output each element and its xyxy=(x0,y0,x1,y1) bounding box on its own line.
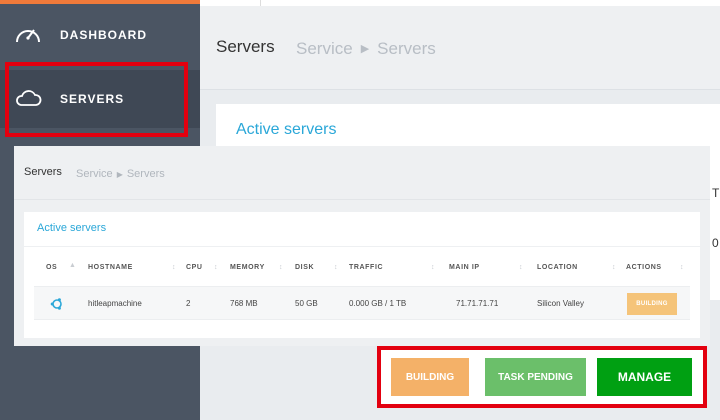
cpu-cell: 2 xyxy=(186,299,191,308)
disk-cell: 50 GB xyxy=(295,299,318,308)
column-header-memory[interactable]: MEMORY xyxy=(230,264,265,271)
table-header-cell: T xyxy=(712,186,720,200)
column-header-traffic[interactable]: TRAFFIC xyxy=(349,264,383,271)
column-header-hostname[interactable]: HOSTNAME xyxy=(88,264,133,271)
sort-icon[interactable]: ↕ xyxy=(519,264,523,271)
ubuntu-icon xyxy=(50,297,64,316)
sort-icon[interactable]: ↕ xyxy=(172,264,176,271)
inset-page-title: Servers xyxy=(24,166,62,178)
sort-icon[interactable]: ↕ xyxy=(612,264,616,271)
building-button[interactable]: BUILDING xyxy=(391,358,469,396)
cloud-icon xyxy=(14,88,60,111)
hostname-cell[interactable]: hitleapmachine xyxy=(88,299,142,308)
page-title: Servers xyxy=(216,37,275,56)
inset-screenshot: Servers Service ▶ Servers Active servers O… xyxy=(14,146,710,346)
page-header xyxy=(200,6,720,90)
inset-card-title: Active servers xyxy=(37,222,107,234)
manage-button[interactable]: MANAGE xyxy=(597,358,692,396)
building-status-button[interactable]: BUILDING xyxy=(627,293,677,315)
table-cell: 0 xyxy=(712,236,719,250)
sort-icon[interactable]: ↕ xyxy=(680,264,684,271)
breadcrumb-item-servers[interactable]: Servers xyxy=(127,168,165,180)
sidebar-item-servers[interactable]: SERVERS xyxy=(0,70,200,128)
chevron-right-icon: ▶ xyxy=(360,43,370,55)
location-cell: Silicon Valley xyxy=(537,299,584,308)
sort-icon[interactable]: ▲ xyxy=(69,262,76,269)
divider xyxy=(24,246,700,247)
column-header-os[interactable]: OS xyxy=(46,264,57,271)
table-row[interactable]: hitleapmachine 2 768 MB 50 GB 0.000 GB /… xyxy=(34,286,690,320)
breadcrumb-item-service[interactable]: Service xyxy=(296,39,353,58)
memory-cell: 768 MB xyxy=(230,299,258,308)
column-header-main-ip[interactable]: MAIN IP xyxy=(449,264,480,271)
sort-icon[interactable]: ↕ xyxy=(334,264,338,271)
column-header-actions: ACTIONS xyxy=(626,264,662,271)
sidebar-item-label: SERVERS xyxy=(60,92,125,106)
breadcrumb-item-service[interactable]: Service xyxy=(76,168,113,180)
sort-icon[interactable]: ↕ xyxy=(214,264,218,271)
inset-active-servers-card: Active servers OS ▲ HOSTNAME ↕ CPU ↕ MEM… xyxy=(24,212,700,338)
card-title: Active servers xyxy=(236,121,337,138)
inset-breadcrumb: Service ▶ Servers xyxy=(76,168,165,180)
breadcrumb: Service ▶ Servers xyxy=(296,39,436,59)
sort-icon[interactable]: ↕ xyxy=(431,264,435,271)
main-ip-cell: 71.71.71.71 xyxy=(456,299,499,308)
column-header-cpu[interactable]: CPU xyxy=(186,264,203,271)
sidebar-item-label: DASHBOARD xyxy=(60,28,147,42)
sort-icon[interactable]: ↕ xyxy=(279,264,283,271)
gauge-icon xyxy=(14,23,60,48)
sidebar-item-dashboard[interactable]: DASHBOARD xyxy=(0,10,200,60)
task-pending-button[interactable]: TASK PENDING xyxy=(485,358,586,396)
breadcrumb-item-servers[interactable]: Servers xyxy=(377,39,436,58)
sidebar-top-accent xyxy=(0,0,200,4)
column-header-disk[interactable]: DISK xyxy=(295,264,314,271)
traffic-cell: 0.000 GB / 1 TB xyxy=(349,299,407,308)
chevron-right-icon: ▶ xyxy=(116,170,123,179)
column-header-location[interactable]: LOCATION xyxy=(537,264,578,271)
